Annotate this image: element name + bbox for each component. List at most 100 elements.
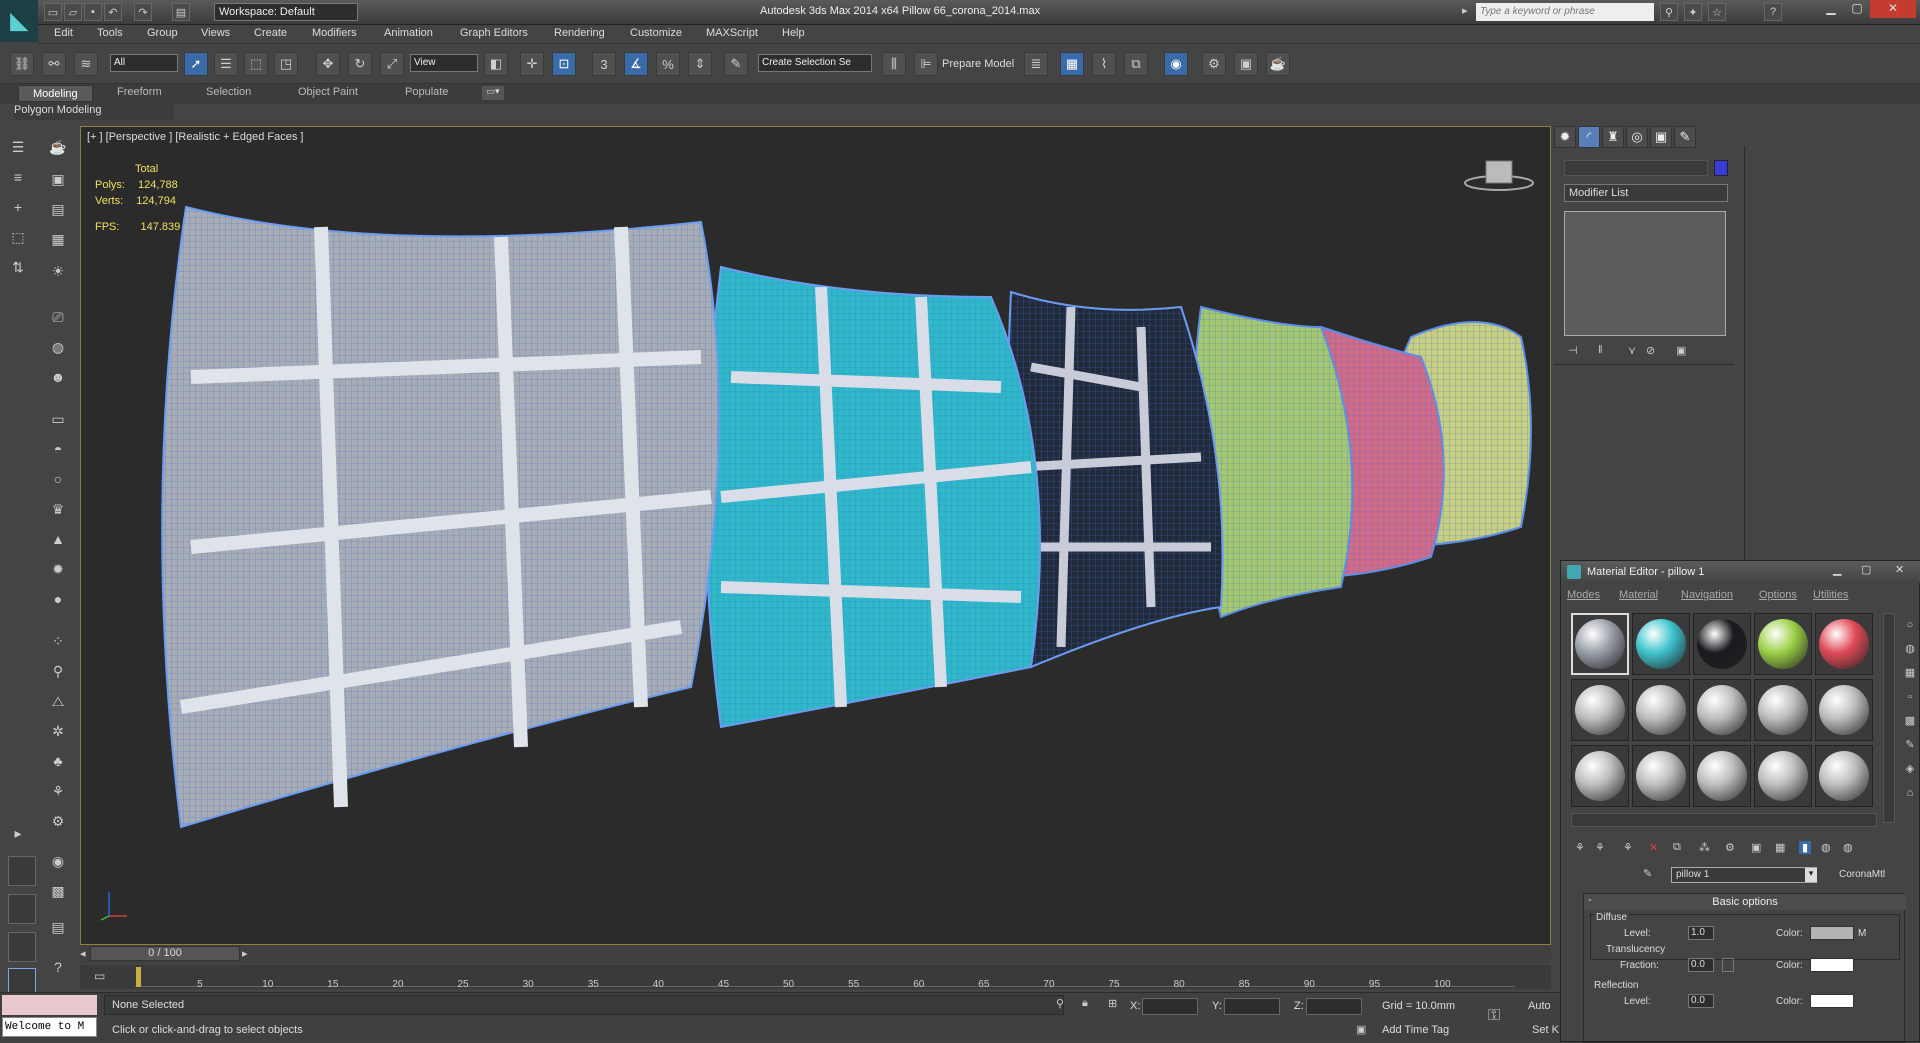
prev-frame-arrow-icon[interactable]: ◂	[80, 947, 86, 960]
material-slot[interactable]	[1632, 679, 1690, 741]
key-icon[interactable]: ⚿	[1488, 1007, 1500, 1025]
polygon-modeling-panel[interactable]: Polygon Modeling	[14, 104, 174, 120]
x-coordinate-field[interactable]	[1142, 998, 1198, 1015]
material-type-button[interactable]: CoronaMtl	[1839, 869, 1885, 880]
viewport-label[interactable]: [+ ] [Perspective ] [Realistic + Edged F…	[87, 131, 303, 143]
dome-icon[interactable]: ◓	[46, 438, 70, 460]
layers-icon[interactable]: ≡	[6, 166, 30, 188]
app-logo-icon[interactable]: ◣	[0, 0, 38, 42]
keyboard-shortcut-toggle-icon[interactable]: ⊡	[552, 52, 576, 76]
material-name-field[interactable]: pillow 1	[1671, 867, 1817, 883]
particles-icon[interactable]: ⁘	[46, 630, 70, 652]
basic-options-header[interactable]: Basic options	[1584, 894, 1906, 910]
menu-edit[interactable]: Edit	[54, 27, 73, 39]
material-slot[interactable]	[1693, 679, 1751, 741]
show-map-icon[interactable]: ▦	[1775, 841, 1785, 854]
gear-icon[interactable]: ✲	[46, 720, 70, 742]
slots-vertical-scrollbar[interactable]	[1883, 613, 1895, 823]
pyramid-icon[interactable]: ⧍	[46, 690, 70, 712]
go-forward-icon[interactable]: ◍	[1843, 841, 1853, 854]
checker-icon[interactable]: ▩	[46, 880, 70, 902]
material-slot[interactable]	[1693, 745, 1751, 807]
reflection-color-swatch[interactable]	[1810, 994, 1854, 1008]
favorites-icon[interactable]: ☆	[1708, 3, 1726, 21]
plant-icon[interactable]: ♣	[46, 750, 70, 772]
y-coordinate-field[interactable]	[1224, 998, 1280, 1015]
percent-snap-icon[interactable]: %	[656, 52, 680, 76]
select-icon[interactable]: ⬚	[6, 226, 30, 248]
edit-named-selection-icon[interactable]: ✎	[724, 52, 748, 76]
curve-editor-icon[interactable]: ⌇	[1092, 52, 1116, 76]
auto-key-button[interactable]: Auto	[1528, 1000, 1551, 1012]
time-slider-thumb[interactable]: 0 / 100	[90, 946, 240, 961]
schematic-view-icon[interactable]: ⧉	[1124, 52, 1148, 76]
help-icon[interactable]: ?	[1764, 3, 1782, 21]
menu-create[interactable]: Create	[254, 27, 287, 39]
me-menu-material[interactable]: Material	[1619, 589, 1658, 601]
bone-icon[interactable]: ⚲	[46, 660, 70, 682]
reference-coordinate-dropdown[interactable]: View	[410, 54, 478, 72]
crown-icon[interactable]: ♛	[46, 498, 70, 520]
shading-sphere-icon[interactable]: ◉	[46, 850, 70, 872]
subscription-icon[interactable]: ✦	[1684, 3, 1702, 21]
fraction-map-button[interactable]	[1722, 958, 1734, 972]
slots-horizontal-scrollbar[interactable]	[1571, 813, 1877, 827]
sun-icon[interactable]: ✹	[46, 558, 70, 580]
material-slot[interactable]	[1693, 613, 1751, 675]
diffuse-map-button[interactable]: M	[1858, 928, 1866, 939]
track-bar[interactable]: ▭ 5 10 15 20 25 30 35 40 45 50 55 60 65 70 75 80 85 90 95 1…	[80, 965, 1551, 990]
select-manipulate-icon[interactable]: ✛	[520, 52, 544, 76]
material-name-dropdown-arrow-icon[interactable]: ▾	[1805, 868, 1817, 882]
select-by-name-icon[interactable]: ☰	[214, 52, 238, 76]
pivot-center-icon[interactable]: ◧	[484, 52, 508, 76]
remove-modifier-icon[interactable]: ⊘	[1646, 344, 1655, 357]
tab-populate[interactable]: Populate	[405, 86, 448, 98]
layer-manager-icon[interactable]: ≣	[1024, 52, 1048, 76]
absolute-mode-icon[interactable]: ⊞	[1108, 997, 1117, 1010]
viewport-layout-3[interactable]	[8, 932, 36, 962]
list-icon[interactable]: ▤	[46, 198, 70, 220]
me-menu-options[interactable]: Options	[1759, 589, 1797, 601]
expand-arrow-icon[interactable]: ▸	[1462, 4, 1468, 17]
script-icon[interactable]: ▤	[46, 916, 70, 938]
close-button[interactable]: ✕	[1870, 0, 1916, 18]
diffuse-level-spinner[interactable]: 1.0	[1688, 926, 1714, 940]
render-icon[interactable]: ▣	[46, 168, 70, 190]
maxscript-listener-mini[interactable]	[2, 995, 97, 1015]
sort-icon[interactable]: ⇅	[6, 256, 30, 278]
menu-modifiers[interactable]: Modifiers	[312, 27, 357, 39]
menu-graph-editors[interactable]: Graph Editors	[460, 27, 528, 39]
lock-icon[interactable]: 🔒︎	[1082, 997, 1088, 1010]
me-maximize-button[interactable]: ▢	[1861, 563, 1871, 576]
render-setup-icon[interactable]: ⚙	[1202, 52, 1226, 76]
tab-freeform[interactable]: Freeform	[117, 86, 162, 98]
display-tab-icon[interactable]: ▣	[1650, 126, 1672, 148]
binoculars-icon[interactable]: ⚲	[1660, 3, 1678, 21]
undo-icon[interactable]: ↶	[104, 3, 122, 21]
material-slot[interactable]	[1815, 613, 1873, 675]
reflection-level-spinner[interactable]: 0.0	[1688, 994, 1714, 1008]
menu-group[interactable]: Group	[147, 27, 178, 39]
material-slot[interactable]	[1754, 679, 1812, 741]
menu-customize[interactable]: Customize	[630, 27, 682, 39]
me-menu-navigation[interactable]: Navigation	[1681, 589, 1733, 601]
material-slot[interactable]	[1815, 745, 1873, 807]
material-slot[interactable]	[1571, 745, 1629, 807]
search-input[interactable]: Type a keyword or phrase	[1476, 3, 1654, 21]
tab-selection[interactable]: Selection	[206, 86, 251, 98]
configure-sets-icon[interactable]: ▣	[1676, 344, 1686, 357]
sphere-icon[interactable]: ○	[46, 468, 70, 490]
tab-modeling[interactable]: Modeling	[18, 85, 93, 102]
menu-animation[interactable]: Animation	[384, 27, 433, 39]
viewport-layout-1[interactable]	[8, 856, 36, 886]
make-unique-icon[interactable]: ⋎	[1628, 344, 1636, 357]
menu-tools[interactable]: Tools	[97, 27, 123, 39]
put-to-library-icon[interactable]: ⚙	[1725, 841, 1735, 854]
menu-help[interactable]: Help	[782, 27, 805, 39]
modifier-stack[interactable]	[1564, 211, 1726, 336]
cone-icon[interactable]: ▲	[46, 528, 70, 550]
material-slot[interactable]	[1571, 679, 1629, 741]
me-menu-modes[interactable]: Modes	[1567, 589, 1600, 601]
object-color-swatch[interactable]	[1714, 160, 1728, 176]
scene-explorer-icon[interactable]: ☰	[6, 136, 30, 158]
